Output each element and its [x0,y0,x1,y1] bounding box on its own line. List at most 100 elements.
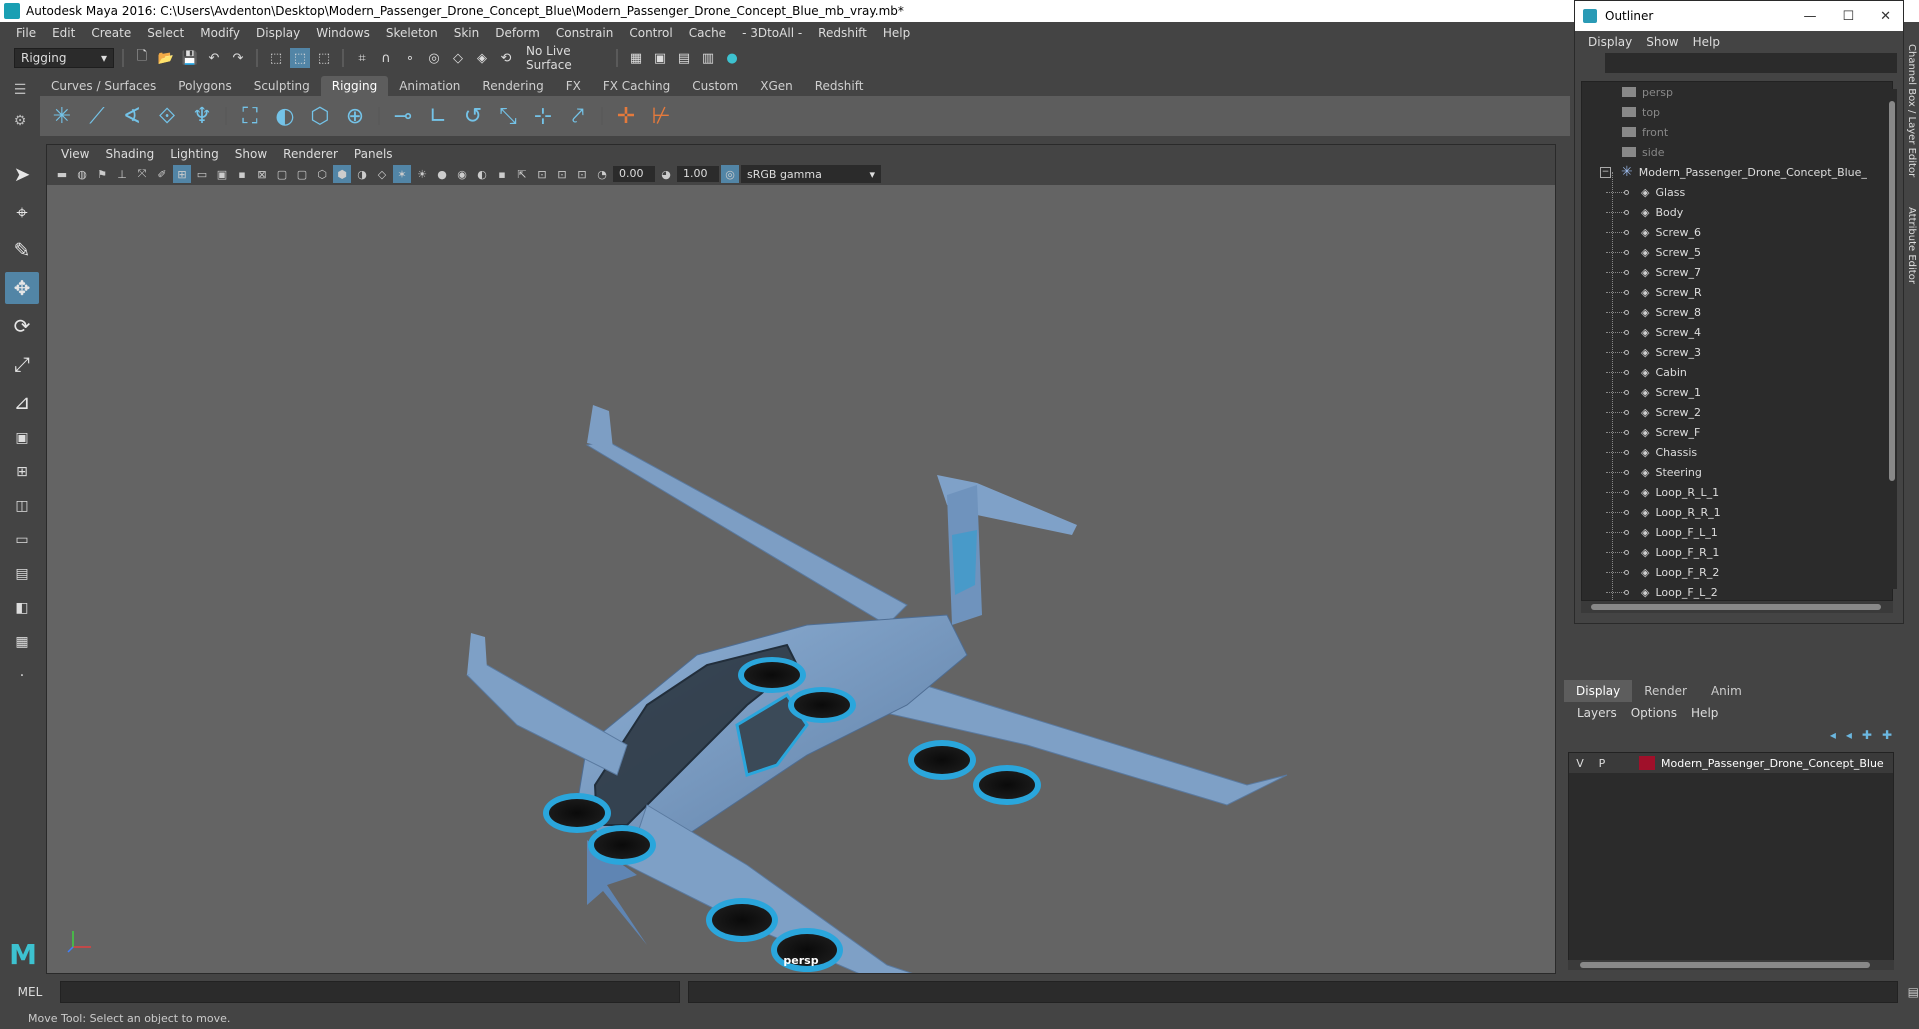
anti-aliasing-icon[interactable]: ◐ [473,165,491,183]
scrollbar-thumb[interactable] [1580,962,1870,968]
image-plane-icon[interactable]: ⊥ [113,165,131,183]
ik-spline-icon[interactable]: ∢ [116,100,148,132]
parent-constraint-icon[interactable]: ⊹ [527,100,559,132]
open-scene-icon[interactable]: 📂 [156,48,176,68]
command-language-label[interactable]: MEL [0,985,60,999]
ipr-render-icon[interactable]: ▤ [674,48,694,68]
ik-handle-icon[interactable]: ⟋ [81,100,113,132]
tree-item-mesh[interactable]: ◈ Cabin [1582,362,1892,382]
paint-select-tool-icon[interactable]: ✎ [5,234,39,266]
snap-view-icon[interactable]: ◎ [424,48,444,68]
menu-create[interactable]: Create [83,26,139,40]
side-by-side-layout-icon[interactable]: ◫ [7,492,37,520]
graph-persp-layout-icon[interactable]: ▤ [7,560,37,588]
scale-tool-icon[interactable]: ⤢ [5,348,39,380]
color-space-dropdown[interactable]: sRGB gamma ▾ [741,165,881,183]
layer-menu-options[interactable]: Options [1624,706,1684,720]
shadows-icon[interactable]: ☀ [413,165,431,183]
outliner-persp-layout-icon[interactable]: ▭ [7,526,37,554]
tree-item-camera-top[interactable]: top [1582,102,1892,122]
xray-icon[interactable]: ⊡ [533,165,551,183]
menu-windows[interactable]: Windows [308,26,378,40]
menuset-dropdown[interactable]: Rigging ▾ [14,48,114,68]
locator-icon[interactable]: ✛ [610,100,642,132]
wireframe-on-shaded-icon[interactable]: ◑ [353,165,371,183]
shelf-settings-icon[interactable]: ⚙ [14,113,27,129]
tab-attribute-editor[interactable]: Attribute Editor [1906,207,1917,284]
xray-joints-icon[interactable]: ⊡ [573,165,591,183]
menu-file[interactable]: File [8,26,44,40]
collapse-icon[interactable]: − [1600,166,1611,178]
undo-icon[interactable]: ↶ [204,48,224,68]
gate-mask-icon[interactable]: ▪ [233,165,251,183]
camera-attributes-icon[interactable]: ◍ [73,165,91,183]
snap-surface-icon[interactable]: ◇ [448,48,468,68]
layer-horizontal-scrollbar[interactable] [1568,960,1894,970]
dope-persp-layout-icon[interactable]: ◧ [7,594,37,622]
textured-icon[interactable]: ◇ [373,165,391,183]
tree-item-mesh[interactable]: ◈ Loop_F_R_1 [1582,542,1892,562]
viewport-menu-view[interactable]: View [53,147,97,161]
gamma-field[interactable]: 1.00 [677,166,719,182]
tree-item-mesh[interactable]: ◈ Screw_3 [1582,342,1892,362]
exposure-icon[interactable]: ◔ [593,165,611,183]
history-icon[interactable]: ⟲ [496,48,516,68]
layer-playback-toggle[interactable]: P [1591,757,1613,770]
new-layer-icon[interactable]: ✚ [1862,728,1872,742]
tab-display-layers[interactable]: Display [1564,680,1633,702]
layout-more-icon[interactable]: · [7,662,37,690]
depth-of-field-icon[interactable]: ▪ [493,165,511,183]
joint-tool-icon[interactable]: ✳ [46,100,78,132]
snap-grid-icon[interactable]: ⌗ [352,48,372,68]
layer-visibility-toggle[interactable]: V [1569,757,1591,770]
render-view-icon[interactable]: ▦ [626,48,646,68]
outliner-menu-display[interactable]: Display [1581,35,1639,49]
point-constraint-icon[interactable]: ⊸ [387,100,419,132]
bookmarks-icon[interactable]: ⚑ [93,165,111,183]
tree-item-mesh[interactable]: ◈ Screw_7 [1582,262,1892,282]
bind-skin-icon[interactable]: ⛶ [234,100,266,132]
maximize-icon[interactable]: ☐ [1842,9,1854,24]
move-layer-down-icon[interactable]: ◂ [1846,728,1852,742]
menu-skeleton[interactable]: Skeleton [378,26,446,40]
layer-color-swatch[interactable] [1639,756,1655,770]
tab-anim-layers[interactable]: Anim [1699,680,1754,702]
layer-row[interactable]: V P Modern_Passenger_Drone_Concept_Blue [1569,753,1893,773]
select-object-icon[interactable]: ⬚ [290,48,310,68]
tree-item-camera-front[interactable]: front [1582,122,1892,142]
safe-action-icon[interactable]: ▢ [273,165,291,183]
close-icon[interactable]: ✕ [1880,9,1891,24]
tab-render-layers[interactable]: Render [1632,680,1699,702]
minimize-icon[interactable]: — [1803,9,1816,24]
grease-pencil-icon[interactable]: ✐ [153,165,171,183]
tree-item-mesh[interactable]: ◈ Loop_F_R_2 [1582,562,1892,582]
resolution-gate-icon[interactable]: ▣ [213,165,231,183]
quick-rig-icon[interactable]: ♆ [186,100,218,132]
shelf-tab-fx[interactable]: FX [555,76,592,96]
shelf-tab-curves-surfaces[interactable]: Curves / Surfaces [40,76,167,96]
smooth-shade-icon[interactable]: ⬢ [333,165,351,183]
safe-title-icon[interactable]: ▢ [293,165,311,183]
xray-active-icon[interactable]: ⊡ [553,165,571,183]
viewport-menu-lighting[interactable]: Lighting [162,147,227,161]
tree-item-mesh[interactable]: ◈ Screw_R [1582,282,1892,302]
gamma-icon[interactable]: ◕ [657,165,675,183]
exposure-field[interactable]: 0.00 [613,166,655,182]
menu-control[interactable]: Control [621,26,680,40]
rotate-tool-icon[interactable]: ⟳ [5,310,39,342]
hypershade-icon[interactable]: ● [722,48,742,68]
new-layer-selected-icon[interactable]: ✚ [1882,728,1892,742]
tree-item-mesh[interactable]: ◈ Screw_F [1582,422,1892,442]
tree-item-mesh[interactable]: ◈ Loop_F_L_1 [1582,522,1892,542]
aim-constraint-icon[interactable]: ∟ [422,100,454,132]
shelf-menu-icon[interactable]: ☰ [14,82,27,98]
scene-drone-model[interactable] [47,185,1555,973]
hypershade-layout-icon[interactable]: ▦ [7,628,37,656]
snap-curve-icon[interactable]: ∩ [376,48,396,68]
single-view-layout-icon[interactable]: ▣ [7,424,37,452]
menu-skin[interactable]: Skin [446,26,488,40]
tree-item-camera-side[interactable]: side [1582,142,1892,162]
move-layer-up-icon[interactable]: ◂ [1830,728,1836,742]
film-gate-icon[interactable]: ▭ [193,165,211,183]
menu-display[interactable]: Display [248,26,308,40]
